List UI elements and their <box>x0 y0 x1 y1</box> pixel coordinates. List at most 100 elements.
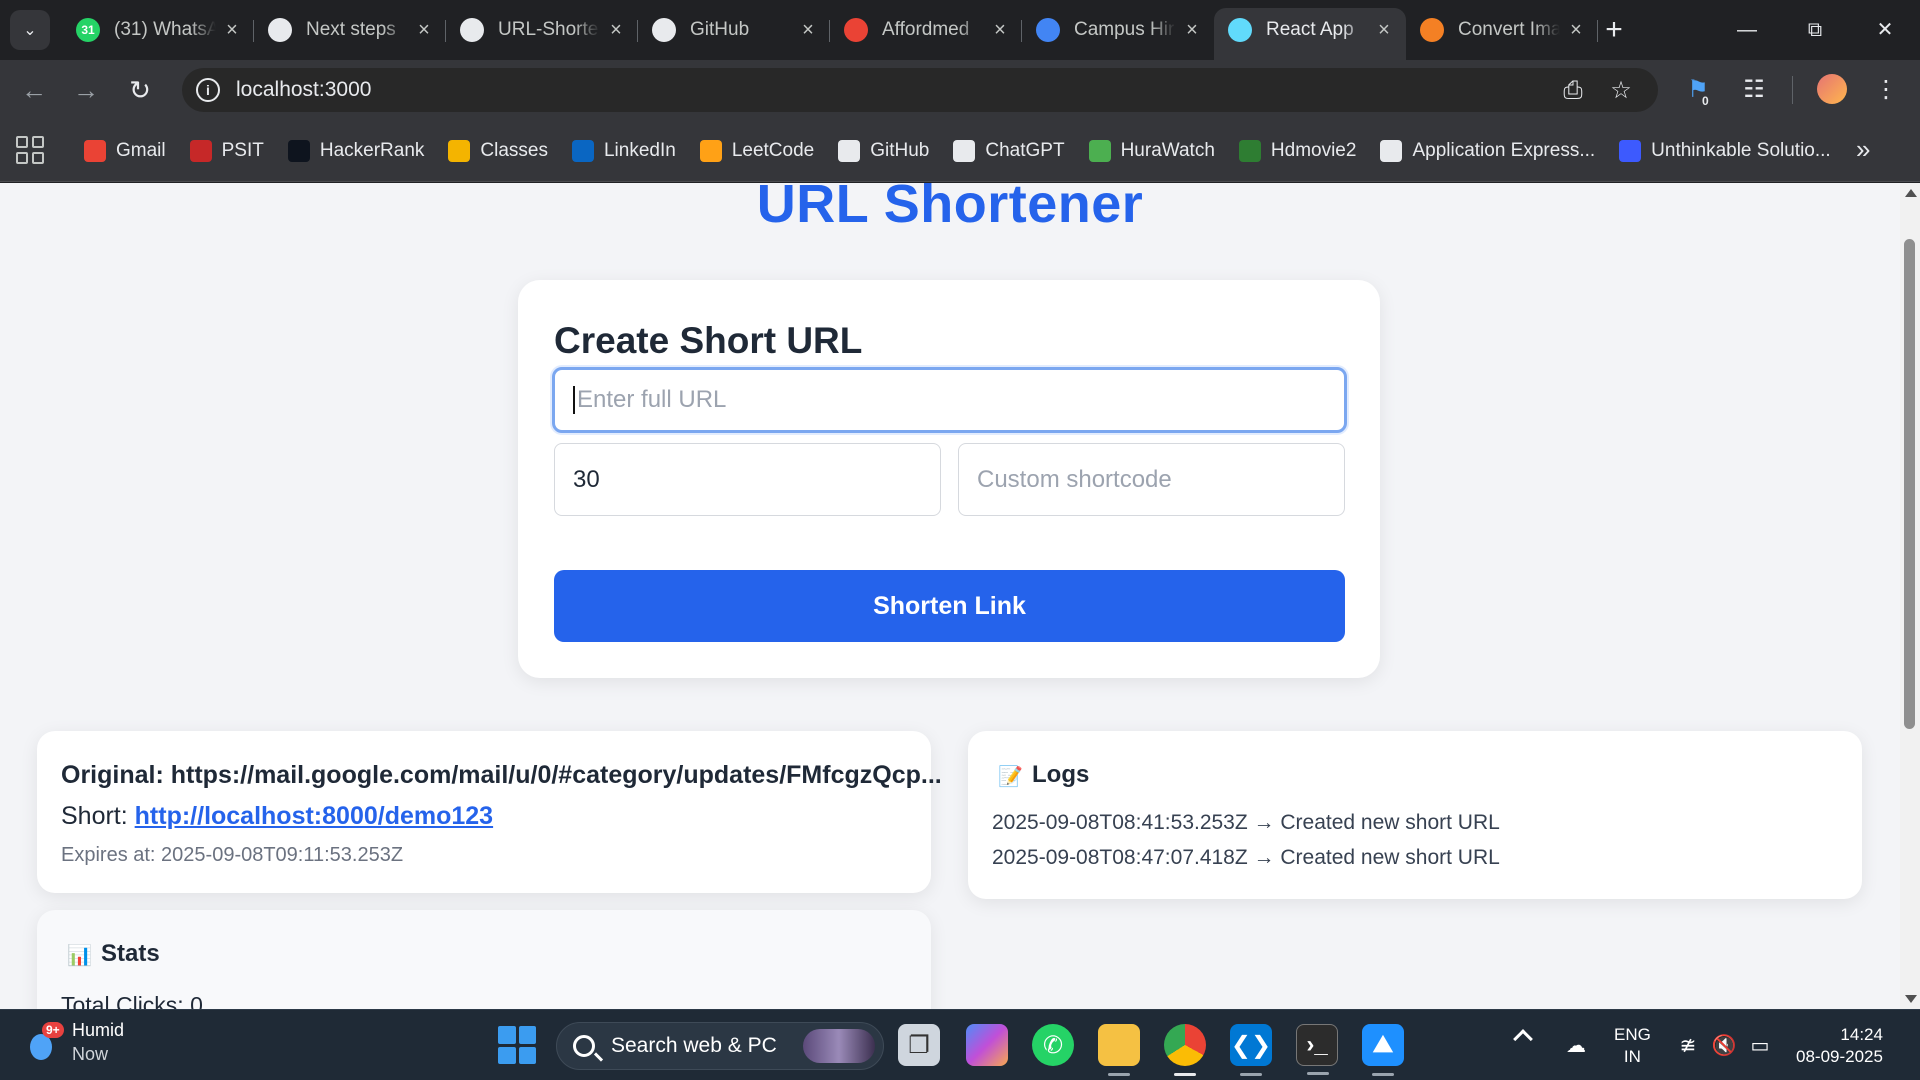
close-tab-icon[interactable]: × <box>222 19 242 42</box>
validity-value: 30 <box>573 465 600 493</box>
weather-title: Humid <box>72 1020 125 1040</box>
vscode-icon[interactable]: ❮❯ <box>1230 1024 1272 1076</box>
expires-at: Expires at: 2025-09-08T09:11:53.253Z <box>61 844 404 866</box>
tab-4[interactable]: Affordmed × <box>830 8 1022 52</box>
windows-start-icon[interactable] <box>498 1026 536 1064</box>
scroll-thumb[interactable] <box>1904 239 1915 729</box>
close-tab-icon[interactable]: × <box>1566 19 1586 42</box>
copilot-icon[interactable] <box>966 1024 1008 1066</box>
validity-input[interactable]: 30 <box>554 443 941 516</box>
bookmark-label: LeetCode <box>731 140 815 161</box>
tab-1[interactable]: Next steps × <box>254 8 446 52</box>
bookmark-list: Gmail PSIT HackerRank Classes LinkedIn LeetCo… <box>84 120 1855 182</box>
chrome-taskbar-icon[interactable] <box>1164 1024 1206 1076</box>
bookmark-7[interactable]: ChatGPT <box>953 140 1065 162</box>
github-icon <box>652 18 676 42</box>
bookmark-6[interactable]: GitHub <box>838 140 929 162</box>
minimize-button[interactable]: — <box>1722 10 1772 50</box>
browser-toolbar: ← → ↻ i localhost:3000 ⎙ ☆ ⚑ 0 ☷ ⋮ <box>0 60 1920 120</box>
short-label: Short: <box>61 802 128 830</box>
unthinkable-icon <box>1619 140 1642 162</box>
install-app-icon[interactable]: ⎙ <box>1558 76 1588 106</box>
site-info-icon[interactable]: i <box>196 78 220 102</box>
address-bar[interactable]: i localhost:3000 ⎙ ☆ <box>182 68 1658 112</box>
address-url[interactable]: localhost:3000 <box>236 78 371 102</box>
bookmark-3[interactable]: Classes <box>448 140 548 162</box>
reload-button[interactable]: ↻ <box>120 70 160 110</box>
hurawatch-icon <box>1088 140 1111 162</box>
close-tab-icon[interactable]: × <box>1182 19 1202 42</box>
battery-icon[interactable]: ▭ <box>1746 1032 1774 1060</box>
clock-date: 08-09-2025 <box>1796 1047 1883 1066</box>
taskbar-search[interactable]: Search web & PC <box>556 1022 884 1070</box>
full-url-input[interactable]: Enter full URL <box>552 367 1347 433</box>
language-top: ENG <box>1614 1025 1651 1044</box>
language-indicator[interactable]: ENG IN <box>1614 1024 1651 1068</box>
tab-3[interactable]: GitHub × <box>638 8 830 52</box>
shorten-link-button[interactable]: Shorten Link <box>554 570 1345 642</box>
system-clock[interactable]: 14:24 08-09-2025 <box>1796 1024 1883 1068</box>
bookmark-9[interactable]: Hdmovie2 <box>1238 140 1356 162</box>
bookmark-label: Classes <box>480 140 548 161</box>
bookmark-4[interactable]: LinkedIn <box>571 140 676 162</box>
bookmark-10[interactable]: Application Express... <box>1380 140 1595 162</box>
bookmark-label: LinkedIn <box>603 140 676 161</box>
bookmark-5[interactable]: LeetCode <box>699 140 815 162</box>
weather-widget[interactable]: 9+ Humid Now <box>26 1018 124 1066</box>
profile-avatar[interactable] <box>1817 74 1847 104</box>
task-view-icon[interactable]: ❐ <box>898 1024 940 1066</box>
bookmark-star-icon[interactable]: ☆ <box>1606 76 1636 106</box>
new-tab-button[interactable]: + <box>1598 12 1630 48</box>
page-scrollbar[interactable] <box>1900 183 1920 1009</box>
scroll-down-arrow[interactable] <box>1905 995 1917 1003</box>
tab-6[interactable]: React App × <box>1214 8 1406 60</box>
close-tab-icon[interactable]: × <box>1374 19 1394 42</box>
back-button[interactable]: ← <box>14 70 54 110</box>
extensions-puzzle-icon[interactable]: ☷ <box>1736 72 1772 108</box>
taskbar-search-placeholder: Search web & PC <box>611 1034 777 1057</box>
bookmark-8[interactable]: HuraWatch <box>1088 140 1215 162</box>
whatsapp-taskbar-icon[interactable]: ✆ <box>1032 1024 1074 1066</box>
apps-grid-icon[interactable] <box>16 136 44 164</box>
tab-title: Campus Hiring <box>1074 19 1176 40</box>
bookmark-2[interactable]: HackerRank <box>287 140 424 162</box>
bookmark-0[interactable]: Gmail <box>84 140 166 162</box>
tab-5[interactable]: Campus Hiring × <box>1022 8 1214 52</box>
stats-card: 📊 Stats Total Clicks: 0 <box>37 910 931 1009</box>
tab-search-button[interactable]: ⌄ <box>10 10 50 50</box>
terminal-icon[interactable]: ›_ <box>1296 1024 1338 1075</box>
bookmark-1[interactable]: PSIT <box>189 140 264 162</box>
file-explorer-icon[interactable] <box>1098 1024 1140 1076</box>
extension-icon[interactable]: ⚑ <box>1680 72 1716 108</box>
photos-icon[interactable]: ⛰ <box>1362 1024 1404 1076</box>
forward-button[interactable]: → <box>66 70 106 110</box>
tab-0[interactable]: 31 (31) WhatsApp × <box>62 8 254 52</box>
scroll-up-arrow[interactable] <box>1905 189 1917 197</box>
tab-7[interactable]: Convert Image × <box>1406 8 1598 52</box>
close-tab-icon[interactable]: × <box>606 19 626 42</box>
wifi-icon[interactable]: ≇ <box>1674 1032 1702 1060</box>
volume-muted-icon[interactable]: 🔇 <box>1710 1032 1738 1060</box>
bookmark-11[interactable]: Unthinkable Solutio... <box>1619 140 1831 162</box>
close-tab-icon[interactable]: × <box>414 19 434 42</box>
more-bookmarks-icon[interactable]: » <box>1856 134 1870 165</box>
tab-2[interactable]: URL-Shortener × <box>446 8 638 52</box>
short-url-link[interactable]: http://localhost:8000/demo123 <box>135 802 493 830</box>
tray-overflow-icon[interactable] <box>1513 1029 1533 1049</box>
close-tab-icon[interactable]: × <box>798 19 818 42</box>
docs-icon <box>1036 18 1060 42</box>
bar-chart-icon: 📊 <box>67 945 92 967</box>
kebab-menu-icon[interactable]: ⋮ <box>1868 72 1904 108</box>
original-url: https://mail.google.com/mail/u/0/#catego… <box>170 761 942 789</box>
logs-header: 📝 Logs <box>998 761 1089 789</box>
tab-list: 31(31) WhatsApp×Next steps×URL-Shortener… <box>62 8 1598 60</box>
custom-shortcode-input[interactable]: Custom shortcode <box>958 443 1345 516</box>
total-clicks: Total Clicks: 0 <box>61 992 203 1009</box>
restore-button[interactable]: ⧉ <box>1790 10 1840 50</box>
close-tab-icon[interactable]: × <box>990 19 1010 42</box>
hackerrank-icon <box>287 140 310 162</box>
close-window-button[interactable]: ✕ <box>1860 10 1910 50</box>
onedrive-icon[interactable]: ☁ <box>1562 1032 1590 1060</box>
short-url-line: Short: http://localhost:8000/demo123 <box>61 802 493 831</box>
weather-sub: Now <box>72 1044 109 1064</box>
